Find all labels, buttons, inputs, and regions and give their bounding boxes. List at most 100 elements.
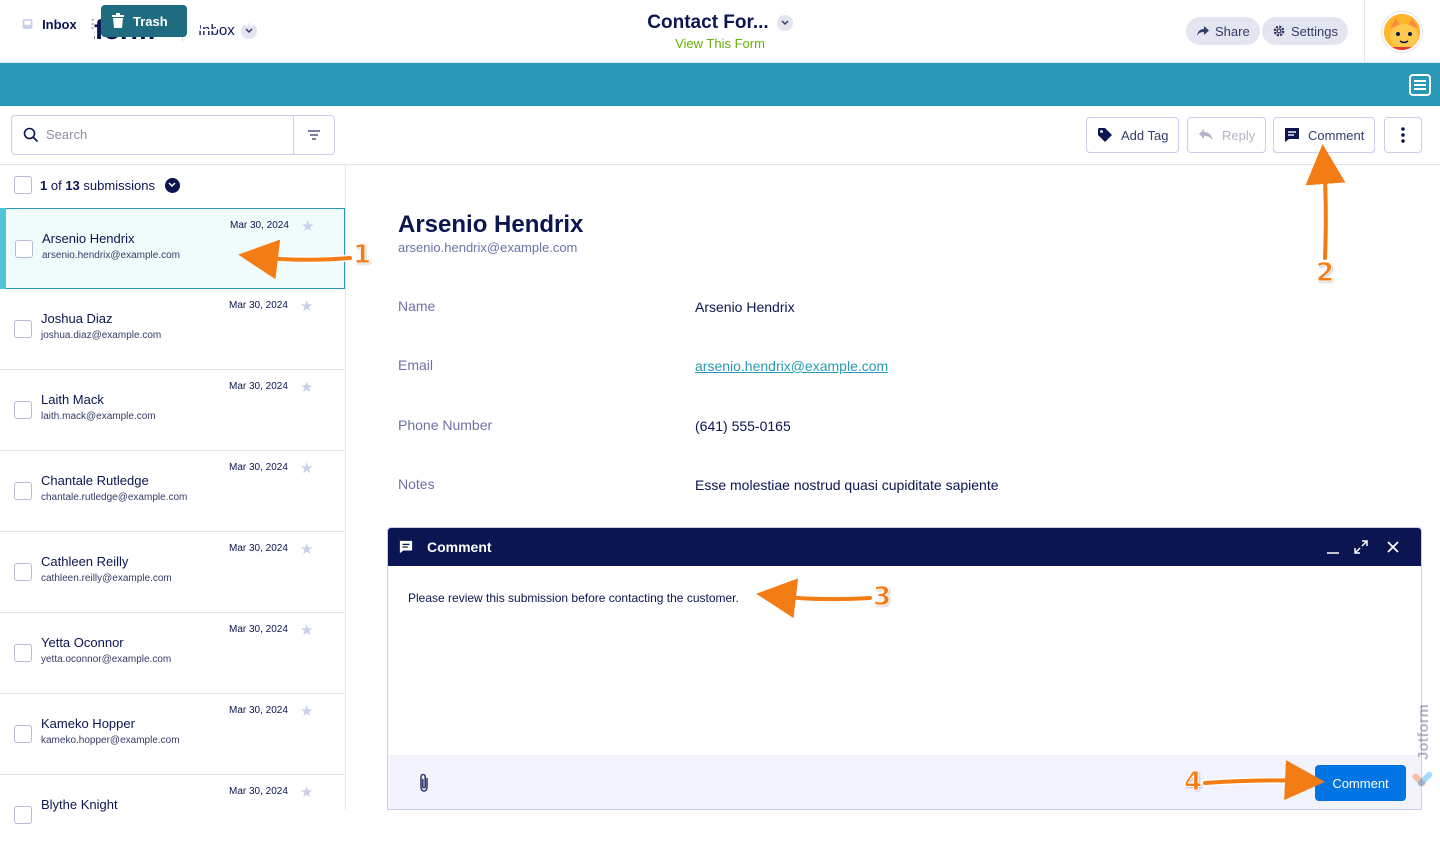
- new-tab-button[interactable]: + New Tab: [198, 11, 280, 31]
- list-item[interactable]: Laith Mack laith.mack@example.com Mar 30…: [0, 370, 345, 451]
- submission-name: Arsenio Hendrix: [42, 231, 135, 246]
- annotation-number: 4: [1183, 767, 1203, 798]
- submission-name: Chantale Rutledge: [41, 473, 149, 488]
- chevron-down-icon[interactable]: [164, 177, 180, 193]
- submission-date: Mar 30, 2024: [229, 786, 288, 797]
- star-icon[interactable]: ★: [300, 459, 313, 477]
- tab-options-icon[interactable]: [91, 16, 94, 32]
- add-tag-button[interactable]: Add Tag: [1086, 117, 1180, 153]
- submission-date: Mar 30, 2024: [229, 705, 288, 716]
- tab-inbox-label: Inbox: [42, 16, 77, 32]
- submission-email: joshua.diaz@example.com: [41, 330, 162, 341]
- list-item[interactable]: Kameko Hopper kameko.hopper@example.com …: [0, 694, 345, 775]
- comment-panel-header: Comment: [388, 528, 1421, 566]
- submission-date: Mar 30, 2024: [229, 300, 288, 311]
- row-checkbox[interactable]: [14, 482, 32, 500]
- list-item[interactable]: Yetta Oconnor yetta.oconnor@example.com …: [0, 613, 345, 694]
- submission-date: Mar 30, 2024: [230, 220, 289, 231]
- select-all-checkbox[interactable]: [14, 176, 32, 194]
- share-label: Share: [1215, 23, 1250, 39]
- comment-button[interactable]: Comment: [1273, 117, 1376, 153]
- more-options-button[interactable]: [1384, 117, 1422, 153]
- submission-date: Mar 30, 2024: [229, 543, 288, 554]
- tab-trash[interactable]: Trash: [101, 5, 187, 37]
- submission-email: cathleen.reilly@example.com: [41, 573, 172, 584]
- annotation-number: 2: [1315, 258, 1335, 289]
- comment-panel: Comment Please review this submission be…: [387, 527, 1422, 810]
- field-value-notes: Esse molestiae nostrud quasi cupiditate …: [695, 477, 999, 493]
- field-label-notes: Notes: [398, 476, 435, 492]
- toolbar-divider: [0, 164, 1440, 165]
- list-item[interactable]: Arsenio Hendrix arsenio.hendrix@example.…: [0, 208, 345, 289]
- inbox-icon: [22, 19, 33, 29]
- comment-icon: [399, 540, 413, 554]
- row-checkbox[interactable]: [14, 401, 32, 419]
- row-checkbox[interactable]: [15, 240, 33, 258]
- search-icon: [23, 127, 39, 143]
- submission-email: laith.mack@example.com: [41, 411, 156, 422]
- row-checkbox[interactable]: [14, 563, 32, 581]
- star-icon[interactable]: ★: [300, 297, 313, 315]
- minimize-icon[interactable]: [1326, 541, 1340, 555]
- list-item[interactable]: Blythe Knight Mar 30, 2024 ★: [0, 775, 345, 856]
- submission-email: arsenio.hendrix@example.com: [42, 250, 180, 261]
- chevron-down-icon[interactable]: [776, 15, 793, 31]
- row-checkbox[interactable]: [14, 320, 32, 338]
- plus-icon: +: [198, 11, 218, 31]
- reply-button[interactable]: Reply: [1187, 117, 1267, 153]
- field-label-email: Email: [398, 357, 434, 373]
- jotform-watermark-icon: Jotform: [1412, 704, 1433, 787]
- submit-comment-button[interactable]: Comment: [1315, 765, 1406, 801]
- close-icon[interactable]: [1387, 541, 1399, 553]
- row-checkbox[interactable]: [14, 725, 32, 743]
- add-tag-label: Add Tag: [1121, 127, 1169, 143]
- list-item[interactable]: Joshua Diaz joshua.diaz@example.com Mar …: [0, 289, 345, 370]
- field-label-phone: Phone Number: [398, 417, 493, 433]
- tab-bar: [0, 63, 1440, 106]
- svg-text:Jotform: Jotform: [1415, 704, 1432, 760]
- search-input[interactable]: [46, 127, 286, 142]
- column-divider: [345, 164, 346, 810]
- comment-icon: [1285, 128, 1299, 142]
- menu-icon[interactable]: [1409, 74, 1431, 96]
- star-icon[interactable]: ★: [300, 702, 313, 720]
- field-value-email-link[interactable]: arsenio.hendrix@example.com: [695, 358, 888, 374]
- star-icon[interactable]: ★: [300, 621, 313, 639]
- comment-panel-title: Comment: [427, 539, 492, 555]
- comment-textarea[interactable]: Please review this submission before con…: [408, 591, 739, 605]
- search-box: [11, 115, 335, 155]
- avatar[interactable]: [1382, 12, 1422, 52]
- submission-email: yetta.oconnor@example.com: [41, 654, 172, 665]
- filter-icon[interactable]: [308, 129, 320, 141]
- star-icon[interactable]: ★: [300, 378, 313, 396]
- submission-email: chantale.rutledge@example.com: [41, 492, 188, 503]
- star-icon[interactable]: ★: [301, 217, 314, 235]
- list-header: 1 of 13 submissions: [14, 176, 180, 194]
- share-button[interactable]: Share: [1186, 17, 1260, 45]
- expand-icon[interactable]: [1354, 540, 1368, 554]
- search-divider: [293, 116, 294, 154]
- list-item[interactable]: Chantale Rutledge chantale.rutledge@exam…: [0, 451, 345, 532]
- star-icon[interactable]: ★: [300, 783, 313, 801]
- submission-title: Arsenio Hendrix: [398, 211, 584, 238]
- comment-label: Comment: [1308, 127, 1365, 143]
- header-divider: [1364, 0, 1365, 63]
- reply-label: Reply: [1222, 127, 1256, 143]
- field-label-name: Name: [398, 298, 436, 314]
- tab-inbox[interactable]: Inbox: [10, 5, 94, 43]
- settings-button[interactable]: Settings: [1262, 17, 1348, 45]
- list-item[interactable]: Cathleen Reilly cathleen.reilly@example.…: [0, 532, 345, 613]
- gear-icon: [1273, 25, 1285, 37]
- trash-icon: [112, 13, 124, 28]
- row-checkbox[interactable]: [14, 644, 32, 662]
- new-tab-label: New Tab: [227, 13, 280, 29]
- paperclip-icon[interactable]: [418, 773, 430, 793]
- submission-name: Laith Mack: [41, 392, 104, 407]
- top-header: Jotform Inbox Contact For... View This F…: [0, 0, 1440, 63]
- form-title[interactable]: Contact For...: [647, 12, 768, 34]
- submission-subtitle-email: arsenio.hendrix@example.com: [398, 240, 578, 255]
- row-checkbox[interactable]: [14, 806, 32, 824]
- field-value-name: Arsenio Hendrix: [695, 299, 795, 315]
- annotation-arrow-2: [1305, 144, 1346, 262]
- star-icon[interactable]: ★: [300, 540, 313, 558]
